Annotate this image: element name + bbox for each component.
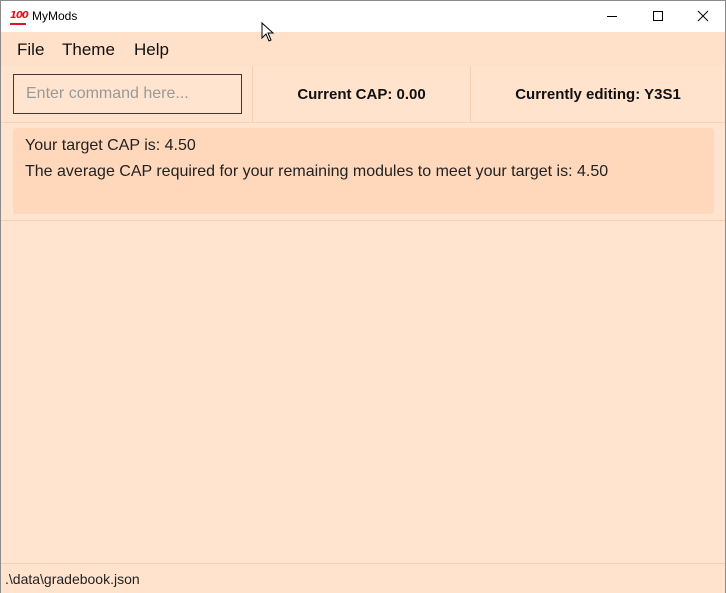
close-icon — [697, 10, 708, 22]
close-button[interactable] — [680, 1, 725, 31]
panel-divider — [1, 220, 725, 221]
hundred-points-icon: 100 — [10, 9, 29, 25]
app-window: 100 MyMods File Theme Help Current CAP: … — [0, 0, 726, 593]
menu-theme[interactable]: Theme — [62, 40, 115, 60]
maximize-button[interactable] — [635, 1, 680, 31]
command-input[interactable] — [13, 74, 242, 114]
status-bar: .\data\gradebook.json — [1, 563, 725, 593]
result-target-cap: Your target CAP is: 4.50 — [25, 137, 196, 154]
save-file-path: .\data\gradebook.json — [5, 571, 140, 587]
title-bar[interactable]: 100 MyMods — [1, 1, 725, 32]
minimize-icon — [606, 16, 617, 17]
maximize-icon — [652, 11, 663, 21]
menu-help[interactable]: Help — [134, 40, 169, 60]
menu-file[interactable]: File — [17, 40, 44, 60]
current-cap-label: Current CAP: 0.00 — [297, 85, 426, 103]
window-title: MyMods — [32, 9, 78, 23]
result-display: Your target CAP is: 4.50 The average CAP… — [13, 128, 714, 214]
currently-editing-label: Currently editing: Y3S1 — [515, 85, 681, 103]
menu-bar: File Theme Help — [1, 32, 725, 66]
mouse-cursor-icon — [261, 22, 275, 42]
minimize-button[interactable] — [589, 1, 634, 31]
result-required-cap: The average CAP required for your remain… — [25, 163, 609, 180]
command-row: Current CAP: 0.00 Currently editing: Y3S… — [1, 66, 725, 123]
